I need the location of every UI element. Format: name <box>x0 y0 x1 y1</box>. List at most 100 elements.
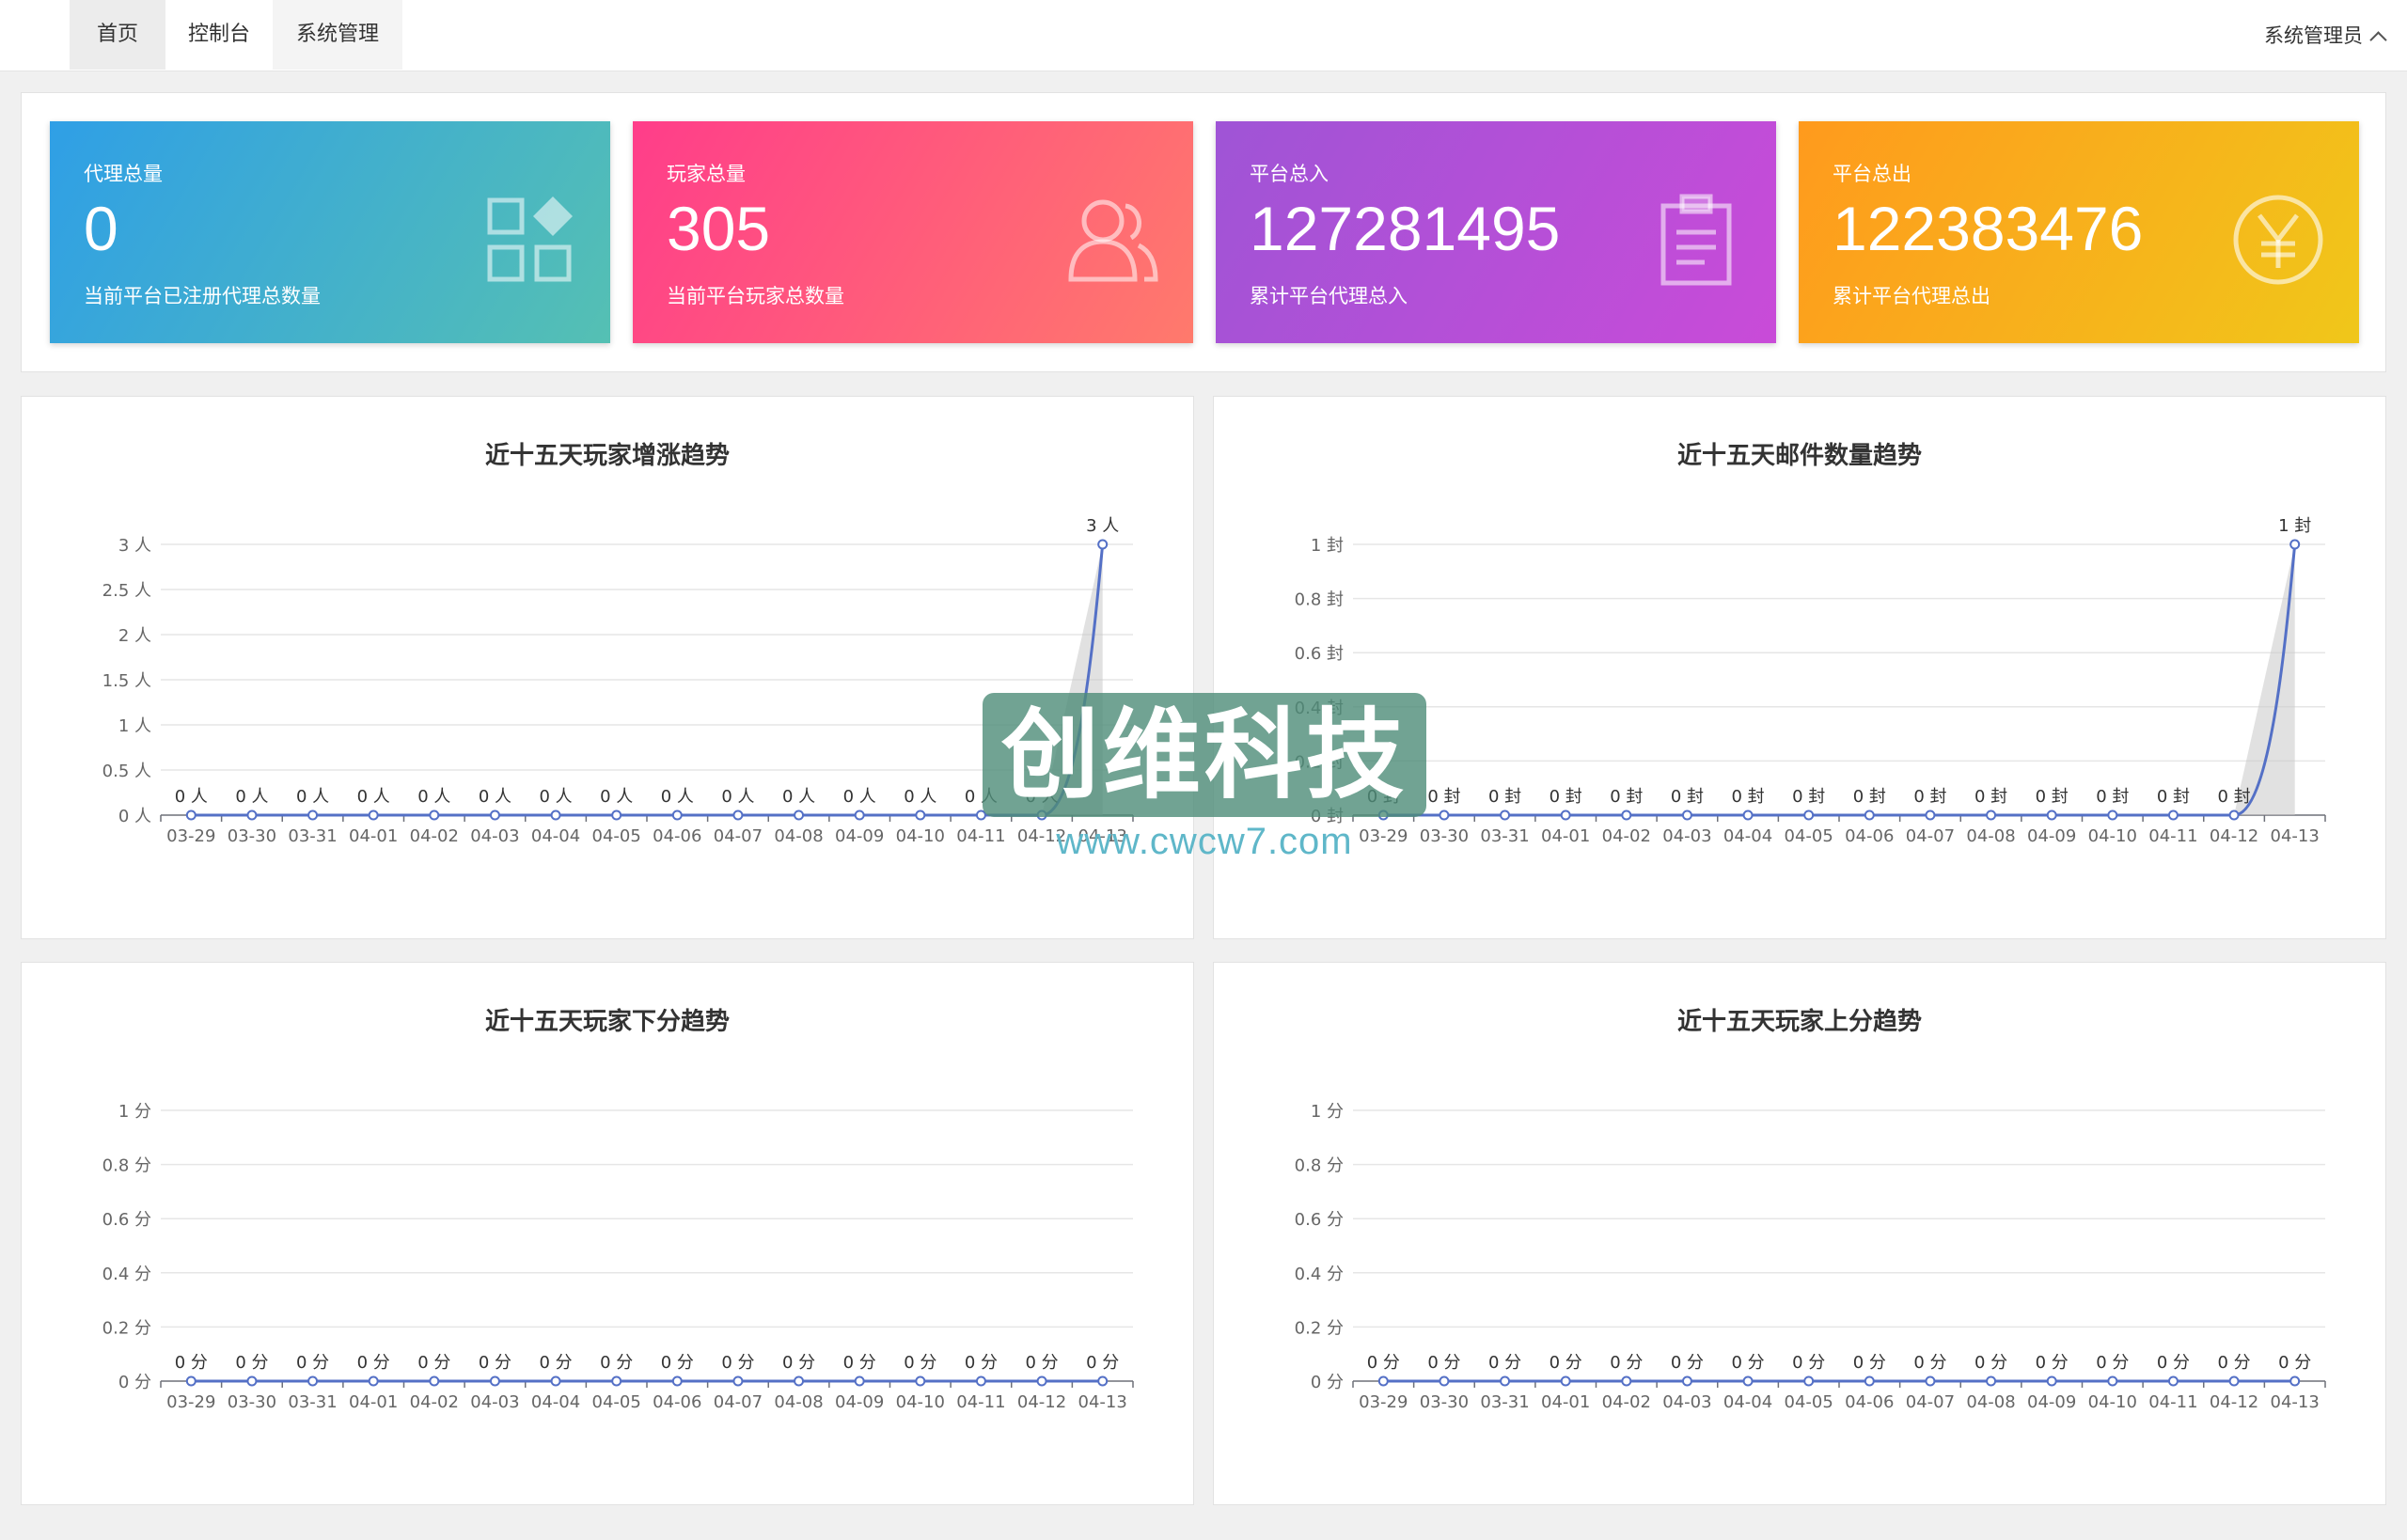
data-label: 0 分 <box>1086 1353 1119 1373</box>
stat-description: 累计平台代理总入 <box>1250 285 1408 307</box>
data-point <box>854 1375 865 1387</box>
x-tick-label: 04-11 <box>2148 1392 2197 1412</box>
data-label: 0 分 <box>843 1353 876 1373</box>
y-tick-label: 1.5 人 <box>102 671 151 691</box>
data-point <box>1925 1375 1936 1387</box>
data-point <box>489 809 500 821</box>
data-point <box>185 1375 197 1387</box>
data-point <box>307 809 319 821</box>
data-point <box>915 1375 926 1387</box>
data-point <box>2289 539 2301 550</box>
x-tick-label: 03-31 <box>288 1392 337 1412</box>
data-label: 0 封 <box>1671 787 1704 807</box>
data-point <box>2046 809 2057 821</box>
series-area <box>2234 544 2295 815</box>
data-point <box>2167 809 2179 821</box>
data-point <box>1803 1375 1815 1387</box>
x-tick-label: 04-05 <box>1785 1392 1833 1412</box>
data-label: 0 分 <box>2096 1353 2129 1373</box>
x-tick-label: 04-08 <box>774 826 823 846</box>
data-point <box>671 1375 683 1387</box>
stat-value: 127281495 <box>1250 194 1561 263</box>
data-point <box>1097 539 1109 550</box>
data-point <box>368 1375 379 1387</box>
stat-value: 0 <box>84 194 118 263</box>
y-tick-label: 1 封 <box>1311 536 1344 556</box>
data-label: 0 封 <box>1731 787 1764 807</box>
clipboard-icon <box>1660 194 1732 286</box>
data-label: 3 人 <box>1086 516 1119 536</box>
stat-card-players: 玩家总量 305 当前平台玩家总数量 <box>633 121 1193 343</box>
data-label: 0 分 <box>782 1353 815 1373</box>
watermark-text: 创维科技 <box>1000 698 1408 812</box>
y-tick-label: 2.5 人 <box>102 581 151 601</box>
watermark: 创维科技 www.cwcw7.com <box>983 693 1426 872</box>
y-tick-label: 0.2 分 <box>1295 1318 1344 1338</box>
data-point <box>429 809 440 821</box>
data-point <box>1742 809 1754 821</box>
tab-console[interactable]: 控制台 <box>165 0 273 70</box>
x-tick-label: 04-09 <box>2027 826 2076 846</box>
user-menu[interactable]: 系统管理员 <box>2264 0 2387 71</box>
tab-system-management[interactable]: 系统管理 <box>273 0 402 70</box>
x-tick-label: 03-31 <box>288 826 337 846</box>
data-label: 0 分 <box>1792 1353 1825 1373</box>
x-tick-label: 03-30 <box>1420 826 1469 846</box>
data-point <box>2228 809 2240 821</box>
data-label: 0 分 <box>1025 1353 1058 1373</box>
y-tick-label: 0.2 分 <box>102 1318 151 1338</box>
data-label: 0 分 <box>417 1353 450 1373</box>
chevron-up-icon <box>2369 31 2387 49</box>
data-label: 0 人 <box>661 787 694 807</box>
data-point <box>915 809 926 821</box>
series-line <box>1383 543 2297 817</box>
yen-icon <box>2233 195 2323 285</box>
watermark-url: www.cwcw7.com <box>1056 821 1353 862</box>
x-tick-label: 04-13 <box>2271 826 2320 846</box>
data-point <box>1986 1375 1997 1387</box>
data-label: 0 分 <box>600 1353 633 1373</box>
y-tick-label: 0 人 <box>118 807 151 826</box>
data-point <box>1377 1375 1389 1387</box>
data-point <box>1864 809 1875 821</box>
data-label: 0 分 <box>721 1353 754 1373</box>
data-point <box>368 809 379 821</box>
x-tick-label: 04-02 <box>1602 826 1651 846</box>
tab-home[interactable]: 首页 <box>70 0 165 70</box>
x-tick-label: 04-04 <box>531 826 580 846</box>
data-point <box>1036 1375 1047 1387</box>
data-label: 0 人 <box>479 787 511 807</box>
x-tick-label: 04-09 <box>835 1392 884 1412</box>
x-tick-label: 04-04 <box>531 1392 580 1412</box>
data-point <box>2289 1375 2301 1387</box>
x-tick-label: 04-02 <box>410 826 459 846</box>
data-label: 0 人 <box>417 787 450 807</box>
data-label: 0 分 <box>2217 1353 2250 1373</box>
y-tick-label: 1 人 <box>118 716 151 736</box>
x-tick-label: 03-31 <box>1480 826 1529 846</box>
data-point <box>1681 809 1692 821</box>
data-point <box>1986 809 1997 821</box>
x-tick-label: 04-09 <box>835 826 884 846</box>
data-label: 0 分 <box>2278 1353 2311 1373</box>
data-label: 0 分 <box>1974 1353 2007 1373</box>
stat-description: 累计平台代理总出 <box>1833 285 1990 307</box>
data-label: 0 分 <box>235 1353 268 1373</box>
data-label: 0 分 <box>1913 1353 1946 1373</box>
stat-card-platform-income: 平台总入 127281495 累计平台代理总入 <box>1216 121 1776 343</box>
data-label: 0 人 <box>235 787 268 807</box>
users-icon <box>1068 199 1158 282</box>
data-label: 0 人 <box>600 787 633 807</box>
x-tick-label: 04-12 <box>1017 1392 1066 1412</box>
data-label: 0 分 <box>1731 1353 1764 1373</box>
chart-panel-player-withdraw: 近十五天玩家下分趋势 0 分 0.2 分 0.4 分 0.6 分 0.8 分1 分 03-… <box>21 962 1194 1505</box>
x-tick-label: 04-03 <box>470 1392 519 1412</box>
y-tick-label: 0.4 分 <box>102 1265 151 1284</box>
stat-label: 玩家总量 <box>667 163 746 185</box>
player-deposit-chart: 0 分 0.2 分 0.4 分 0.6 分 0.8 分 1 分 03-29 03-30 03-3… <box>1295 1102 2326 1412</box>
x-tick-label: 04-03 <box>1662 1392 1711 1412</box>
data-point <box>975 1375 986 1387</box>
data-label: 0 分 <box>539 1353 572 1373</box>
data-point <box>1500 1375 1511 1387</box>
data-label: 0 分 <box>479 1353 511 1373</box>
